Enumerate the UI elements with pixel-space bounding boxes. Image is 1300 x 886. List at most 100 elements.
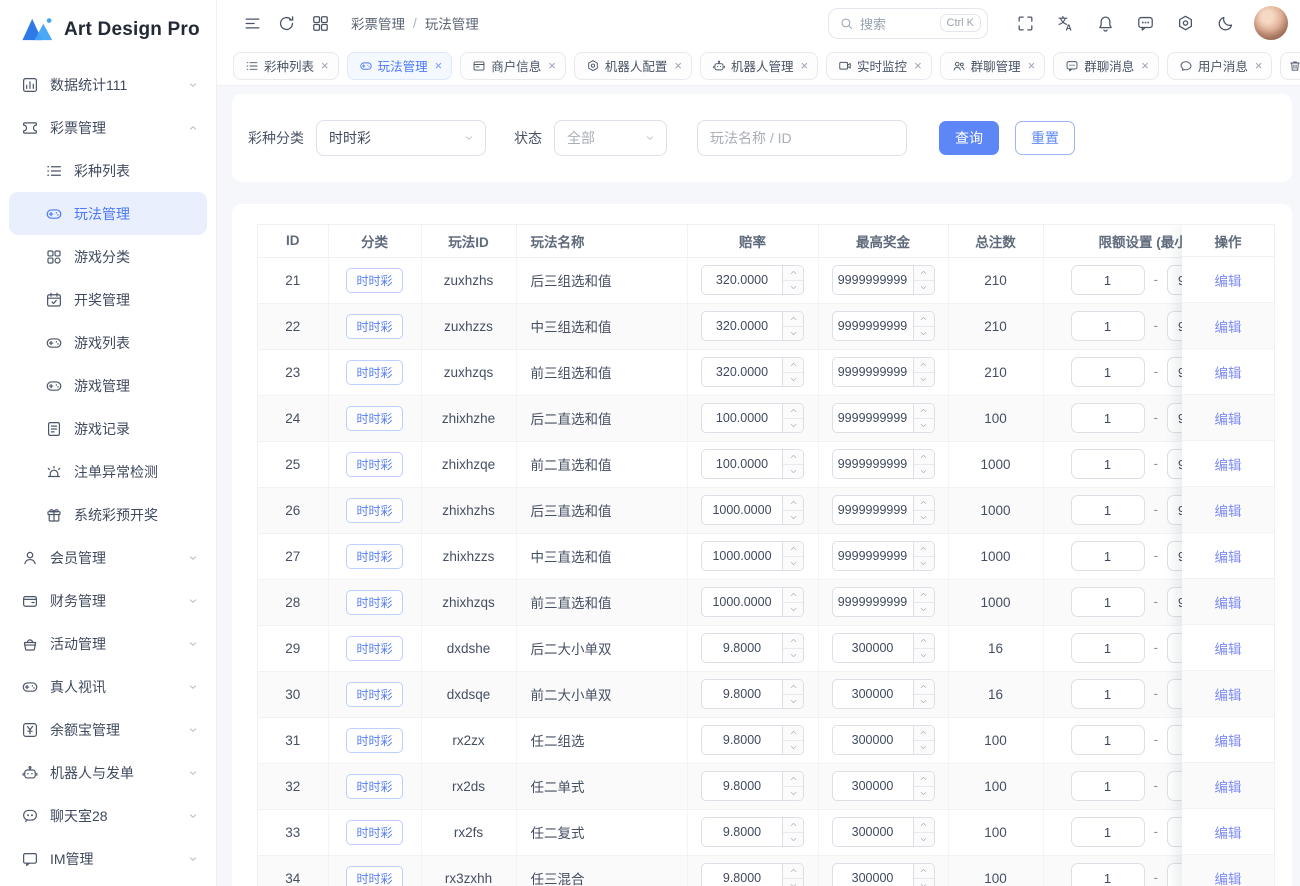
max-prize-field-input[interactable] xyxy=(833,634,913,662)
global-search[interactable]: 搜索 Ctrl K xyxy=(828,8,988,39)
max-prize-field-input[interactable] xyxy=(833,266,913,294)
tab[interactable]: 机器人配置× xyxy=(574,52,692,80)
stepper-up-icon[interactable] xyxy=(783,772,803,787)
stepper-down-icon[interactable] xyxy=(914,373,934,387)
sidebar-item[interactable]: 游戏列表 xyxy=(0,321,216,364)
stepper-up-icon[interactable] xyxy=(783,450,803,465)
stepper-down-icon[interactable] xyxy=(914,511,934,525)
edit-link[interactable]: 编辑 xyxy=(1215,638,1242,658)
stepper-up-icon[interactable] xyxy=(783,634,803,649)
max-prize-field-input[interactable] xyxy=(833,680,913,708)
layout-grid-icon[interactable] xyxy=(303,6,337,40)
fullscreen-icon[interactable] xyxy=(1008,6,1042,40)
sidebar-item[interactable]: 玩法管理 xyxy=(9,192,207,235)
odds-field-input[interactable] xyxy=(702,726,782,754)
odds-field-input[interactable] xyxy=(702,772,782,800)
edit-link[interactable]: 编辑 xyxy=(1215,454,1242,474)
limit-min-input[interactable] xyxy=(1071,265,1145,295)
odds-field-input[interactable] xyxy=(702,266,782,294)
sidebar-item[interactable]: 开奖管理 xyxy=(0,278,216,321)
max-prize-field-input[interactable] xyxy=(833,358,913,386)
sidebar-item[interactable]: 彩票管理 xyxy=(0,106,216,149)
stepper-up-icon[interactable] xyxy=(914,542,934,557)
stepper-down-icon[interactable] xyxy=(914,695,934,709)
status-select[interactable]: 全部 xyxy=(554,120,667,156)
close-tabs-trash-icon[interactable] xyxy=(1281,53,1300,79)
stepper-down-icon[interactable] xyxy=(783,879,803,886)
limit-min-input[interactable] xyxy=(1071,863,1145,886)
stepper-up-icon[interactable] xyxy=(914,772,934,787)
limit-min-input[interactable] xyxy=(1071,403,1145,433)
tab[interactable]: 商户信息× xyxy=(460,52,566,80)
max-prize-field-input[interactable] xyxy=(833,404,913,432)
tab-close-icon[interactable]: × xyxy=(321,59,329,72)
sidebar-item[interactable]: 余额宝管理 xyxy=(0,708,216,751)
dark-mode-moon-icon[interactable] xyxy=(1208,6,1242,40)
limit-min-input[interactable] xyxy=(1071,817,1145,847)
messages-icon[interactable] xyxy=(1128,6,1162,40)
odds-field-input[interactable] xyxy=(702,634,782,662)
stepper-down-icon[interactable] xyxy=(914,879,934,886)
max-prize-field-input[interactable] xyxy=(833,312,913,340)
stepper-up-icon[interactable] xyxy=(914,450,934,465)
odds-field-input[interactable] xyxy=(702,450,782,478)
user-avatar[interactable] xyxy=(1254,6,1288,40)
tab[interactable]: 机器人管理× xyxy=(700,52,818,80)
stepper-down-icon[interactable] xyxy=(783,557,803,571)
stepper-down-icon[interactable] xyxy=(914,465,934,479)
stepper-up-icon[interactable] xyxy=(783,818,803,833)
edit-link[interactable]: 编辑 xyxy=(1215,868,1242,886)
limit-min-input[interactable] xyxy=(1071,311,1145,341)
stepper-down-icon[interactable] xyxy=(783,787,803,801)
stepper-up-icon[interactable] xyxy=(914,818,934,833)
settings-gear-icon[interactable] xyxy=(1168,6,1202,40)
tab-close-icon[interactable]: × xyxy=(674,59,682,72)
limit-min-input[interactable] xyxy=(1071,633,1145,663)
sidebar-item[interactable]: 彩种列表 xyxy=(0,149,216,192)
edit-link[interactable]: 编辑 xyxy=(1215,684,1242,704)
tab-close-icon[interactable]: × xyxy=(1141,59,1149,72)
stepper-up-icon[interactable] xyxy=(914,634,934,649)
tab-close-icon[interactable]: × xyxy=(1028,59,1036,72)
stepper-down-icon[interactable] xyxy=(914,419,934,433)
sidebar-item[interactable]: 真人视讯 xyxy=(0,665,216,708)
refresh-icon[interactable] xyxy=(269,6,303,40)
stepper-down-icon[interactable] xyxy=(783,603,803,617)
stepper-up-icon[interactable] xyxy=(783,542,803,557)
tab-close-icon[interactable]: × xyxy=(914,59,922,72)
odds-field-input[interactable] xyxy=(702,312,782,340)
stepper-up-icon[interactable] xyxy=(783,312,803,327)
limit-min-input[interactable] xyxy=(1071,725,1145,755)
stepper-down-icon[interactable] xyxy=(783,465,803,479)
tab[interactable]: 用户消息× xyxy=(1167,52,1273,80)
sidebar-item[interactable]: 机器人与发单 xyxy=(0,751,216,794)
tab[interactable]: 群聊管理× xyxy=(940,52,1046,80)
stepper-up-icon[interactable] xyxy=(914,496,934,511)
limit-min-input[interactable] xyxy=(1071,771,1145,801)
edit-link[interactable]: 编辑 xyxy=(1215,592,1242,612)
edit-link[interactable]: 编辑 xyxy=(1215,362,1242,382)
stepper-up-icon[interactable] xyxy=(914,266,934,281)
odds-field-input[interactable] xyxy=(702,404,782,432)
stepper-down-icon[interactable] xyxy=(783,511,803,525)
stepper-down-icon[interactable] xyxy=(914,787,934,801)
limit-min-input[interactable] xyxy=(1071,495,1145,525)
stepper-down-icon[interactable] xyxy=(914,649,934,663)
sidebar-item[interactable]: 游戏管理 xyxy=(0,364,216,407)
stepper-up-icon[interactable] xyxy=(783,266,803,281)
logo[interactable]: Art Design Pro xyxy=(0,0,216,57)
notifications-bell-icon[interactable] xyxy=(1088,6,1122,40)
stepper-down-icon[interactable] xyxy=(783,695,803,709)
edit-link[interactable]: 编辑 xyxy=(1215,776,1242,796)
tab-close-icon[interactable]: × xyxy=(548,59,556,72)
max-prize-field-input[interactable] xyxy=(833,450,913,478)
stepper-down-icon[interactable] xyxy=(783,833,803,847)
translate-icon[interactable]: 文A xyxy=(1048,6,1082,40)
sidebar-item[interactable]: 财务管理 xyxy=(0,579,216,622)
stepper-down-icon[interactable] xyxy=(783,281,803,295)
stepper-up-icon[interactable] xyxy=(783,680,803,695)
max-prize-field-input[interactable] xyxy=(833,542,913,570)
stepper-up-icon[interactable] xyxy=(914,312,934,327)
sidebar-item[interactable]: 聊天室28 xyxy=(0,794,216,837)
tab[interactable]: 玩法管理× xyxy=(347,52,453,80)
